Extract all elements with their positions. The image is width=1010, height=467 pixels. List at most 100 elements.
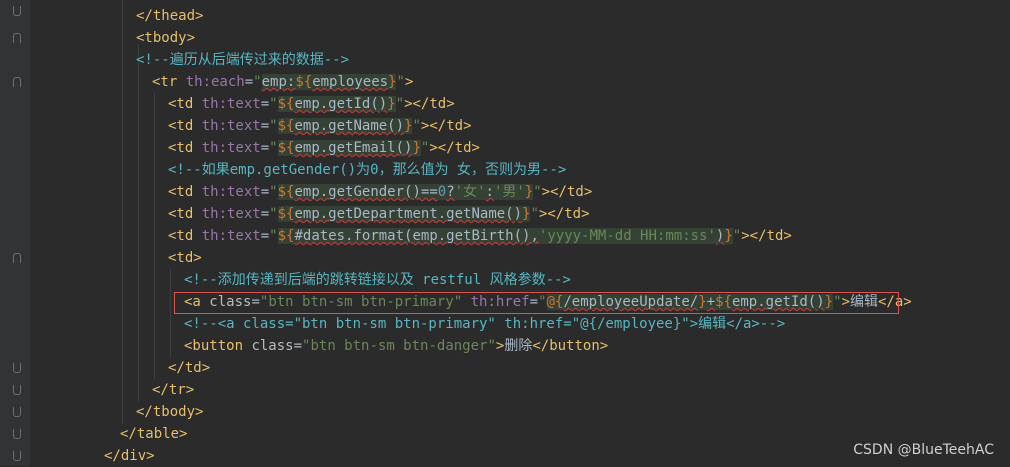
- fold-marker-icon[interactable]: [13, 429, 21, 439]
- code-token: </tbody>: [136, 404, 204, 420]
- code-token: ${: [295, 74, 313, 90]
- code-line[interactable]: <td th:text="${emp.getDepartment.getName…: [168, 203, 590, 225]
- code-token: </table>: [120, 426, 188, 442]
- code-line[interactable]: <tbody>: [136, 27, 195, 49]
- code-token: ": [530, 206, 539, 222]
- code-token: '男': [493, 184, 525, 200]
- code-token: ${: [277, 118, 295, 134]
- code-token: =: [260, 228, 270, 244]
- code-line[interactable]: <button class="btn btn-sm btn-danger">删除…: [184, 335, 608, 357]
- code-token: ${: [277, 96, 295, 112]
- indent-guide: [122, 0, 123, 424]
- fold-marker-icon[interactable]: [13, 385, 21, 395]
- code-token: ": [396, 74, 405, 90]
- fold-marker-icon[interactable]: [13, 407, 21, 417]
- code-token: ${: [277, 228, 295, 244]
- code-token: th:text: [201, 118, 261, 134]
- code-line[interactable]: <!--遍历从后端传过来的数据-->: [136, 49, 349, 71]
- code-token: 0: [437, 184, 447, 200]
- code-line[interactable]: <!--添加传递到后端的跳转链接以及 restful 风格参数-->: [184, 269, 571, 291]
- code-token: ": [732, 228, 742, 244]
- code-line[interactable]: </tbody>: [136, 401, 203, 423]
- code-token: emp.getDepartment.getName(): [294, 206, 523, 222]
- code-token: ></td>: [541, 184, 593, 200]
- code-token: <tr: [152, 74, 186, 90]
- code-token: ${#dates.format(emp.getBirth(),'yyyy-MM-…: [277, 228, 733, 244]
- code-token: =: [293, 338, 303, 354]
- code-token: th:each: [185, 74, 245, 90]
- code-token: 删除: [504, 338, 533, 354]
- code-line[interactable]: </thead>: [136, 5, 203, 27]
- code-token: th:text: [201, 140, 261, 156]
- fold-marker-icon[interactable]: [13, 363, 21, 373]
- code-token: th:text: [201, 228, 261, 244]
- code-token: ": [533, 184, 542, 200]
- code-token: }: [524, 184, 534, 200]
- code-token: ${emp.getDepartment.getName()}: [277, 206, 531, 222]
- code-token: }: [724, 228, 733, 244]
- code-token: employees: [312, 74, 389, 90]
- code-token: <td>: [168, 250, 202, 266]
- code-token: ></td>: [429, 140, 480, 156]
- code-token: ?: [446, 184, 455, 200]
- code-token: <!--<a class="btn btn-sm btn-primary" th…: [184, 316, 786, 332]
- code-line[interactable]: <!--如果emp.getGender()为0，那么值为 女，否则为男-->: [168, 159, 566, 181]
- code-line[interactable]: <td th:text="${emp.getGender()==0?'女':'男…: [168, 181, 592, 203]
- code-token: ": [253, 74, 262, 90]
- code-token: ></td>: [538, 206, 590, 222]
- code-line[interactable]: <td th:text="${emp.getName()}"></td>: [168, 115, 472, 137]
- code-token: th:text: [201, 206, 261, 222]
- code-token: ${: [277, 140, 295, 156]
- code-token: =: [244, 74, 254, 90]
- code-token: emp.getId(): [294, 96, 388, 112]
- code-token: <td: [168, 228, 202, 244]
- code-token: </thead>: [136, 8, 204, 24]
- code-token: </button>: [532, 338, 609, 354]
- code-token: th:text: [201, 184, 261, 200]
- code-token: <tbody>: [136, 30, 196, 46]
- code-line[interactable]: </div>: [104, 445, 155, 467]
- code-token: ${emp.getGender()==0?'女':'男'}: [277, 184, 534, 200]
- fold-marker-icon[interactable]: [13, 451, 21, 461]
- code-line[interactable]: </tr>: [152, 379, 194, 401]
- code-token: ${emp.getName()}: [277, 118, 413, 134]
- code-token: <td: [168, 96, 202, 112]
- code-token: <!--遍历从后端传过来的数据-->: [136, 52, 350, 68]
- watermark: CSDN @BlueTeehAC: [853, 442, 994, 458]
- code-token: ></td>: [420, 118, 472, 134]
- code-line[interactable]: <td>: [168, 247, 202, 269]
- highlight-annotation-box: [174, 292, 899, 314]
- code-token: emp.getGender()==: [294, 184, 438, 200]
- code-token: ></td>: [741, 228, 792, 244]
- indent-guide: [170, 268, 171, 358]
- code-line[interactable]: </table>: [120, 423, 187, 445]
- code-token: ${: [277, 184, 295, 200]
- code-token: emp:${employees}: [261, 74, 397, 90]
- code-line[interactable]: </td>: [168, 357, 210, 379]
- code-line[interactable]: <td th:text="${emp.getId()}"></td>: [168, 93, 455, 115]
- code-token: =: [260, 96, 270, 112]
- code-token: <td: [168, 206, 202, 222]
- code-token: </tr>: [152, 382, 195, 398]
- fold-marker-icon[interactable]: [13, 77, 21, 87]
- code-token: </div>: [104, 448, 155, 464]
- code-token: class: [251, 338, 294, 354]
- fold-marker-icon[interactable]: [13, 253, 21, 263]
- indent-guide: [154, 92, 155, 380]
- code-line[interactable]: <!--<a class="btn btn-sm btn-primary" th…: [184, 313, 785, 335]
- code-line[interactable]: <td th:text="${emp.getEmail()}"></td>: [168, 137, 480, 159]
- code-line[interactable]: <tr th:each="emp:${employees}">: [152, 71, 413, 93]
- code-token: ${emp.getEmail()}: [277, 140, 421, 156]
- fold-marker-icon[interactable]: [13, 6, 21, 16]
- code-token: th:text: [201, 96, 261, 112]
- indent-guide: [138, 44, 139, 402]
- code-token: ": [269, 96, 278, 112]
- code-token: '女': [454, 184, 486, 200]
- code-token: emp.getEmail(): [294, 140, 413, 156]
- code-token: emp.getName(): [294, 118, 405, 134]
- code-line[interactable]: <td th:text= "${#dates.format(emp.getBirt…: [168, 225, 792, 247]
- code-token: <td: [168, 140, 202, 156]
- code-token: ": [269, 206, 278, 222]
- fold-marker-icon[interactable]: [13, 33, 21, 43]
- code-token: </td>: [168, 360, 211, 376]
